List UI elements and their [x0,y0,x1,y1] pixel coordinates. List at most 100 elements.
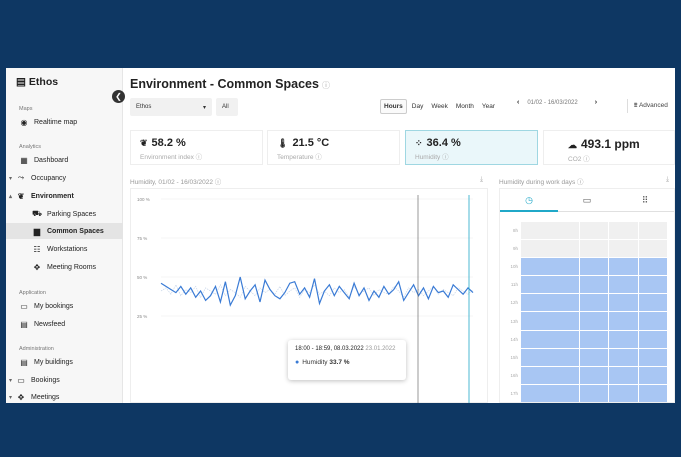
heatmap-grid: 8h 9h 10h 11h 12h 13h 14h 15h 16h 17h [500,221,668,403]
heatmap-cell[interactable] [579,312,609,330]
heatmap-cell[interactable] [609,257,638,276]
brand-logo[interactable]: ▤ Ethos [16,76,58,88]
heatmap-cell[interactable] [638,294,668,312]
tab-hours[interactable]: ◷ [500,189,558,212]
heatmap-cell[interactable] [550,221,579,239]
sidebar-item-label: Parking Spaces [47,210,97,218]
heatmap-cell[interactable] [638,221,668,239]
heatmap-hour-label: 16h [510,373,518,379]
sidebar-item-meetings[interactable]: ▾ ✥ Meetings [6,389,123,403]
sidebar-item-bookings[interactable]: ▾ ▭ Bookings [6,372,123,388]
heatmap-cell[interactable] [638,257,668,276]
y-tick-label: 25 % [137,314,147,319]
period-year-button[interactable]: Year [479,100,498,113]
heatmap-cell[interactable] [609,367,638,385]
sidebar-item-label: Bookings [31,376,60,384]
collapse-sidebar-button[interactable]: ❮ [112,90,125,103]
heatmap-cell[interactable] [579,221,609,239]
heatmap-cell[interactable] [579,276,609,294]
heatmap-cell[interactable] [521,221,550,239]
heatmap-cell[interactable] [521,276,550,294]
heatmap-cell[interactable] [521,257,550,276]
heatmap-cell[interactable] [521,312,550,330]
sidebar-item-realtime-map[interactable]: ◉ Realtime map [6,114,123,130]
heatmap-cell[interactable] [638,385,668,403]
heatmap-cell[interactable] [609,294,638,312]
heatmap-cell[interactable] [609,385,638,403]
info-icon[interactable]: ⓘ [322,81,330,90]
heatmap-cell[interactable] [609,330,638,348]
sidebar-item-my-buildings[interactable]: ▤ My buildings [6,354,123,370]
heatmap-cell[interactable] [609,348,638,366]
heatmap-cell[interactable] [638,312,668,330]
tab-days[interactable]: ▭ [558,189,616,212]
kpi-humidity[interactable]: ⁘ 36.4 % Humidity ⓘ [405,130,538,165]
previous-period-icon[interactable]: ‹ [512,99,524,106]
download-icon[interactable]: ⤓ [480,176,483,184]
section-label-application: Application [19,290,46,296]
date-range[interactable]: 01/02 - 16/03/2022 [527,100,577,106]
heatmap-cell[interactable] [550,276,579,294]
calendar-icon: ▭ [582,195,592,205]
heatmap-cell[interactable] [550,294,579,312]
heatmap-cell[interactable] [550,348,579,366]
sidebar-item-my-bookings[interactable]: ▭ My bookings [6,298,123,314]
heatmap-cell[interactable] [550,367,579,385]
heatmap-cell[interactable] [579,330,609,348]
heatmap-cell[interactable] [638,330,668,348]
heatmap-cell[interactable] [609,221,638,239]
kpi-temperature[interactable]: 🌡︎ 21.5 °C Temperature ⓘ [267,130,400,165]
sidebar-item-workstations[interactable]: ☷ Workstations [6,241,123,257]
heatmap-cell[interactable] [579,257,609,276]
heatmap-cell[interactable] [521,239,550,257]
sidebar-item-common-spaces[interactable]: ▆ Common Spaces [6,223,123,239]
download-icon[interactable]: ⤓ [666,176,669,184]
brand-name: Ethos [28,76,59,88]
heatmap-cell[interactable] [609,312,638,330]
sidebar-item-dashboard[interactable]: ▦ Dashboard [6,152,123,168]
humidity-heatmap: ◷ ▭ ⠿ 8h 9h 10h 11h 12h 13h 14h 15h 16h 17h [499,188,675,403]
heatmap-cell[interactable] [638,367,668,385]
kpi-environment-index[interactable]: ❦ 58.2 % Environment index ⓘ [130,130,263,165]
heatmap-cell[interactable] [579,294,609,312]
sidebar-item-newsfeed[interactable]: ▤ Newsfeed [6,316,123,332]
heatmap-cell[interactable] [521,385,550,403]
heatmap-hour-label: 14h [510,336,518,342]
heatmap-cell[interactable] [550,312,579,330]
sidebar-item-environment[interactable]: ▴ ❦ Environment [6,188,123,204]
heatmap-row: 16h [500,367,668,385]
sidebar-item-parking-spaces[interactable]: ⛟ Parking Spaces [6,206,123,222]
next-period-icon[interactable]: › [581,99,602,106]
kpi-co2[interactable]: ☁ 493.1 ppm CO2 ⓘ [543,130,675,165]
heatmap-cell[interactable] [550,257,579,276]
heatmap-cell[interactable] [638,276,668,294]
heatmap-cell[interactable] [609,239,638,257]
tab-grid[interactable]: ⠿ [616,189,674,212]
heatmap-cell[interactable] [579,239,609,257]
period-month-button[interactable]: Month [453,100,477,113]
heatmap-cell[interactable] [521,330,550,348]
sidebar-item-meeting-rooms[interactable]: ✥ Meeting Rooms [6,259,123,275]
heatmap-cell[interactable] [579,348,609,366]
heatmap-cell[interactable] [638,348,668,366]
heatmap-cell[interactable] [579,367,609,385]
heatmap-cell[interactable] [521,367,550,385]
sidebar-item-occupancy[interactable]: ▾ ⤳ Occupancy [6,170,123,186]
building-select[interactable]: Ethos ▾ [130,98,212,116]
heatmap-cell[interactable] [638,239,668,257]
heatmap-cell[interactable] [521,294,550,312]
heatmap-cell[interactable] [579,385,609,403]
heatmap-cell[interactable] [550,239,579,257]
heatmap-cell[interactable] [550,385,579,403]
period-week-button[interactable]: Week [428,100,451,113]
sidebar: ▤ Ethos ❮ Maps ◉ Realtime map Analytics … [6,68,125,403]
heatmap-cell[interactable] [521,348,550,366]
heatmap-cell[interactable] [550,330,579,348]
period-hours-button[interactable]: Hours [380,99,407,114]
humidity-icon: ⁘ [415,138,423,148]
period-day-button[interactable]: Day [409,100,427,113]
advanced-filter-button[interactable]: ⩩ Advanced [627,99,668,113]
scope-select[interactable]: All [216,98,238,116]
heatmap-row: 8h [500,221,668,239]
heatmap-cell[interactable] [609,276,638,294]
